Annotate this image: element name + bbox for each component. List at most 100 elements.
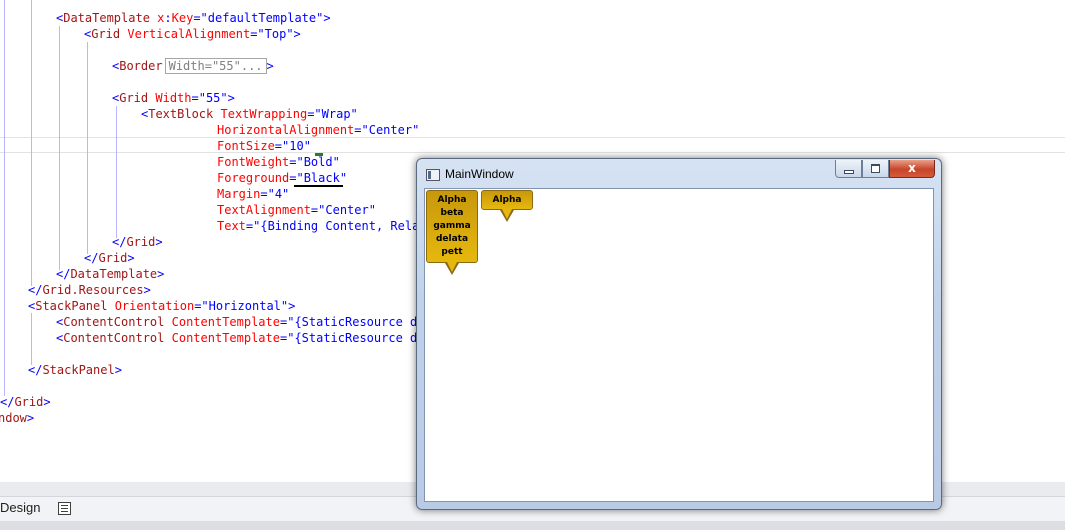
code-token: TextBlock: [148, 107, 214, 121]
code-token: TextWrapping: [213, 107, 308, 121]
code-token: =": [310, 203, 326, 217]
bubble-text-line: pett: [441, 247, 463, 257]
code-token: HorizontalAlignment: [217, 123, 355, 137]
code-line: <TextBlock TextWrapping="Wrap": [141, 106, 358, 122]
code-token: StackPanel: [42, 363, 115, 377]
indent-guide: [59, 26, 60, 270]
code-token: Grid: [98, 251, 128, 265]
line-separator: [0, 152, 1065, 153]
bubble-text-line: Alpha: [492, 195, 522, 205]
code-token: 55: [205, 91, 221, 105]
main-window[interactable]: MainWindow x Alpha beta gamma delata pet…: [416, 158, 942, 510]
callout-bubble: Alpha: [481, 190, 533, 222]
code-token: {Binding Content, Rela: [260, 219, 420, 233]
maximize-button[interactable]: [862, 160, 889, 178]
code-line: <ContentControl ContentTemplate="{Static…: [56, 330, 432, 346]
code-line: <StackPanel Orientation="Horizontal">: [28, 298, 295, 314]
close-button[interactable]: x: [889, 160, 935, 178]
code-token: ": [368, 203, 376, 217]
bubble-text-line: Alpha: [437, 195, 467, 205]
code-line: FontWeight="Bold": [217, 154, 340, 170]
code-line: TextAlignment="Center": [217, 202, 376, 218]
code-line: Text="{Binding Content, Rela: [217, 218, 419, 234]
code-token: =": [194, 299, 209, 313]
code-token: Grid: [119, 91, 149, 105]
code-token: ContentControl: [63, 315, 165, 329]
bubble-text-line: beta: [440, 208, 464, 218]
smart-tag-marker[interactable]: [315, 153, 323, 156]
code-token: </: [56, 267, 71, 281]
code-token: =": [245, 219, 261, 233]
code-token: =": [260, 187, 275, 201]
code-token: DataTemplate: [70, 267, 158, 281]
code-line: <Grid VerticalAlignment="Top">: [84, 26, 301, 42]
code-line: <ContentControl ContentTemplate="{Static…: [56, 314, 432, 330]
code-line: </Grid>: [0, 394, 51, 410]
xaml-view-icon[interactable]: [58, 502, 71, 515]
code-line: <Border Width="55"... >: [112, 58, 274, 74]
maximize-icon: [871, 164, 880, 173]
code-token: </: [28, 283, 43, 297]
code-token: =": [193, 11, 208, 25]
code-token: ">: [220, 91, 235, 105]
code-line: HorizontalAlignment="Center": [217, 122, 419, 138]
minimize-button[interactable]: [835, 160, 862, 178]
indent-guide: [31, 0, 32, 286]
code-token: =": [279, 315, 295, 329]
callout-tail: [500, 209, 514, 222]
indent-guide: [31, 313, 32, 365]
tab-design[interactable]: Design: [0, 500, 40, 516]
code-token: </: [0, 395, 15, 409]
code-line: Margin="4": [217, 186, 289, 202]
code-token: >: [143, 283, 151, 297]
minimize-icon: [844, 170, 854, 174]
close-icon: x: [908, 161, 916, 175]
code-token: >: [127, 251, 135, 265]
code-token: >: [157, 267, 165, 281]
code-token: ContentTemplate: [164, 315, 280, 329]
code-token: ndow: [0, 411, 27, 425]
window-title: MainWindow: [445, 167, 514, 181]
code-token: TextAlignment: [217, 203, 311, 217]
callout-tail: [445, 262, 459, 275]
code-token: Foreground: [217, 171, 290, 185]
code-token: Border: [119, 59, 163, 73]
collapsed-region[interactable]: Width="55"...: [164, 58, 267, 74]
code-token: :: [164, 11, 172, 25]
collapsed-close-bracket: >: [266, 59, 274, 73]
bubble-text-line: delata: [435, 234, 469, 244]
callout-bubble: Alpha beta gamma delata pett: [426, 190, 478, 275]
status-strip: [0, 521, 1065, 530]
code-token: Black: [303, 171, 340, 185]
code-line: <DataTemplate x:Key="defaultTemplate">: [56, 10, 331, 26]
code-line: Foreground="Black": [217, 170, 347, 186]
code-token: Width: [148, 91, 192, 105]
code-token: =": [307, 107, 322, 121]
code-token: =": [191, 91, 206, 105]
code-token: Orientation: [107, 299, 195, 313]
code-token: Grid: [126, 235, 156, 249]
code-token: 10: [289, 139, 304, 153]
code-token: FontWeight: [217, 155, 290, 169]
code-token: Grid: [14, 395, 44, 409]
code-token: >: [43, 395, 51, 409]
window-app-icon[interactable]: [426, 169, 440, 181]
code-token: Wrap: [321, 107, 351, 121]
code-token: VerticalAlignment: [120, 27, 251, 41]
code-token: =": [274, 139, 290, 153]
code-token: Grid.Resources: [42, 283, 144, 297]
code-token: DataTemplate: [63, 11, 150, 25]
code-token: Bold: [303, 155, 333, 169]
code-token: Key: [171, 11, 194, 25]
code-line: </Grid.Resources>: [28, 282, 151, 298]
indent-guide: [87, 42, 88, 254]
code-token: </: [112, 235, 127, 249]
code-token: >: [26, 411, 35, 425]
indent-guide: [4, 0, 5, 396]
bubble-text-line: gamma: [433, 221, 471, 231]
code-token: >: [114, 363, 122, 377]
window-client-area: Alpha beta gamma delata pett Alpha: [424, 188, 934, 502]
code-token: FontSize: [217, 139, 275, 153]
code-token: ">: [280, 299, 296, 313]
code-token: {StaticResource def: [294, 331, 432, 345]
